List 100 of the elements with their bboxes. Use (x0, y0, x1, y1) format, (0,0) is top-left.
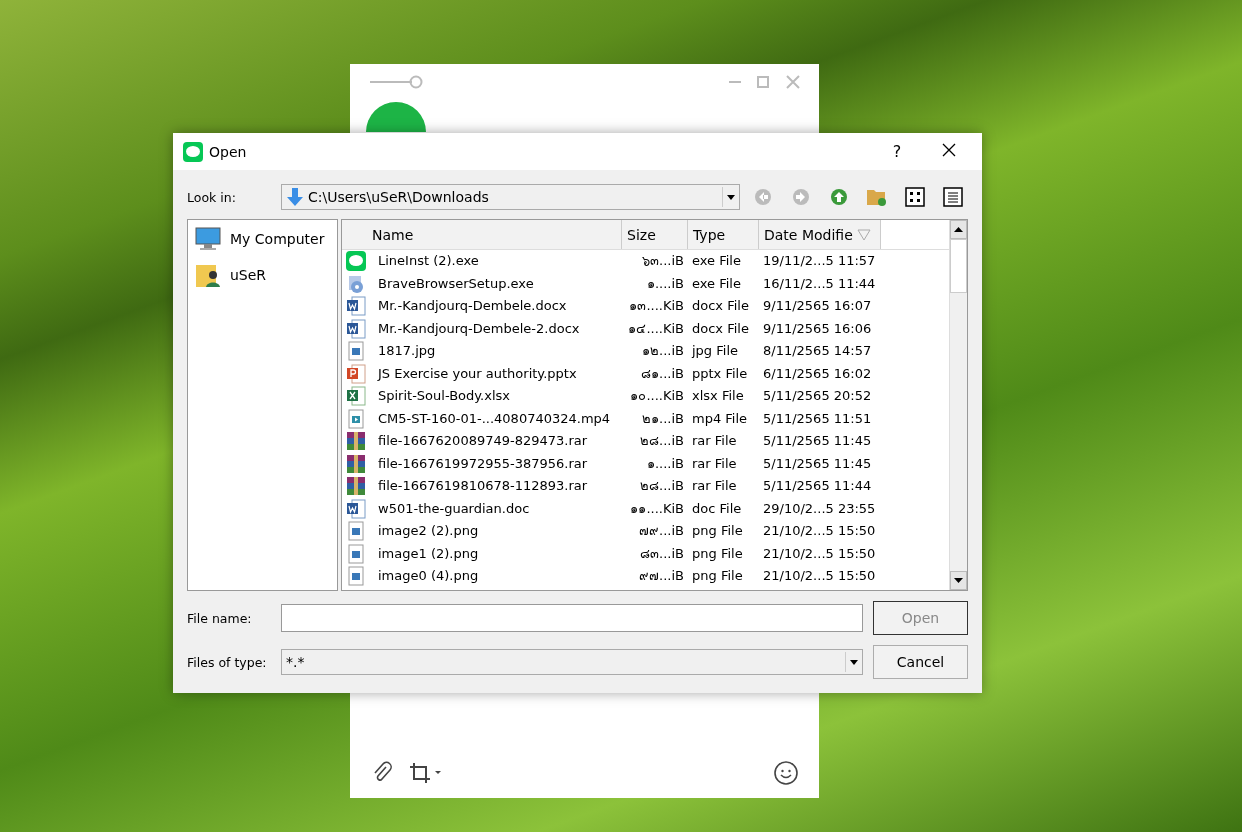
file-type: png File (692, 567, 743, 586)
image-file-icon (346, 341, 366, 362)
file-size: ๑๓....KiB (629, 297, 684, 316)
file-type: jpg File (692, 342, 738, 361)
file-row[interactable]: CM5-ST-160-01-...4080740324.mp4 ๒๑...iB mp4 File 5/11/2565 11:51 (342, 407, 949, 430)
place-item[interactable]: uSeR (192, 260, 333, 290)
file-row[interactable]: file-1667619810678-112893.rar ๒๘...iB rar File 5/11/2565 11:44 (342, 475, 949, 498)
file-type: rar File (692, 477, 737, 496)
file-name: Mr.-Kandjourq-Dembele.docx (378, 297, 567, 316)
details-view-icon (943, 187, 963, 207)
file-date: 21/10/2...5 15:50 (763, 567, 876, 586)
cancel-button[interactable]: Cancel (873, 645, 968, 679)
archive-icon (346, 453, 366, 474)
file-name: image0 (4).png (378, 567, 479, 586)
spreadsheet-icon (346, 386, 366, 407)
look-in-dropdown[interactable]: C:\Users\uSeR\Downloads (281, 184, 740, 210)
file-row[interactable]: Spirit-Soul-Body.xlsx ๑๐....KiB xlsx File 5/11/2565 20:52 (342, 385, 949, 408)
file-size: ๒๑...iB (642, 409, 684, 428)
document-icon (346, 318, 366, 339)
file-date: 5/11/2565 11:44 (763, 477, 872, 496)
file-row[interactable]: image0 (4).png ๙๗...iB png File 21/10/2...5 15:50 (342, 565, 949, 588)
file-date: 29/10/2...5 23:55 (763, 499, 876, 518)
file-type: exe File (692, 274, 741, 293)
emoji-icon (773, 760, 799, 786)
grid-view-icon (905, 187, 925, 207)
file-row[interactable]: LineInst (2).exe ๖๓...iB exe File 19/11/2...5 11:57 (342, 250, 949, 273)
chat-bubble-icon (183, 141, 203, 162)
file-date: 8/11/2565 14:57 (763, 342, 872, 361)
place-item[interactable]: My Computer (192, 224, 333, 254)
file-name: 1817.jpg (378, 342, 436, 361)
file-size: ๑๑....KiB (630, 499, 684, 518)
archive-icon (346, 431, 366, 452)
scrollbar[interactable] (949, 220, 967, 590)
minimize-icon (729, 81, 741, 83)
file-size: ๒๘...iB (640, 432, 684, 451)
file-row[interactable]: file-1667619972955-387956.rar ๑....iB rar File 5/11/2565 11:45 (342, 452, 949, 475)
new-folder-icon (866, 187, 888, 207)
file-size: ๗๙...iB (639, 522, 684, 541)
image-file-icon (346, 566, 366, 587)
archive-icon (346, 476, 366, 497)
file-name: file-1667619972955-387956.rar (378, 454, 588, 473)
file-date: 5/11/2565 11:51 (763, 409, 872, 428)
file-size: ๑....iB (646, 274, 684, 293)
video-file-icon (346, 408, 366, 429)
sort-triangle-icon (856, 228, 871, 241)
file-date: 21/10/2...5 15:50 (763, 522, 876, 541)
crop-icon (408, 761, 444, 785)
help-button[interactable]: ? (874, 136, 920, 167)
dropdown-caret-icon (850, 659, 858, 665)
computer-icon (194, 226, 224, 252)
column-header[interactable]: Size (622, 220, 688, 249)
column-header[interactable]: Date Modifie (759, 220, 881, 249)
scroll-thumb[interactable] (950, 239, 967, 293)
chat-bubble-icon (346, 251, 366, 272)
column-header[interactable]: Name (342, 220, 622, 249)
file-type: rar File (692, 454, 737, 473)
file-row[interactable]: image2 (2).png ๗๙...iB png File 21/10/2...5 15:50 (342, 520, 949, 543)
file-date: 16/11/2...5 11:44 (763, 274, 876, 293)
file-date: 21/10/2...5 15:50 (763, 544, 876, 563)
file-name-field[interactable] (281, 604, 863, 632)
file-date: 19/11/2...5 11:57 (763, 252, 876, 271)
file-type: rar File (692, 432, 737, 451)
file-row[interactable]: file-1667620089749-829473.rar ๒๘...iB rar File 5/11/2565 11:45 (342, 430, 949, 453)
file-row[interactable]: BraveBrowserSetup.exe ๑....iB exe File 16/11/2...5 11:44 (342, 272, 949, 295)
file-date: 6/11/2565 16:02 (763, 364, 872, 383)
file-row[interactable]: 1817.jpg ๑๒...iB jpg File 8/11/2565 14:57 (342, 340, 949, 363)
file-date: 5/11/2565 11:45 (763, 432, 872, 451)
file-date: 5/11/2565 11:45 (763, 454, 872, 473)
file-type: pptx File (692, 364, 748, 383)
dialog-title: Open (209, 143, 248, 160)
file-row[interactable]: JS Exercise your authority.pptx ๘๑...iB pptx File 6/11/2565 16:02 (342, 362, 949, 385)
file-row[interactable]: w501-the-guardian.doc ๑๑....KiB doc File 29/10/2...5 23:55 (342, 497, 949, 520)
image-file-icon (346, 543, 366, 564)
file-row[interactable]: Mr.-Kandjourq-Dembele-2.docx ๑๔....KiB docx File 9/11/2565 16:06 (342, 317, 949, 340)
pin-slider-icon (368, 74, 424, 90)
file-name: Spirit-Soul-Body.xlsx (378, 387, 510, 406)
file-name: file-1667619810678-112893.rar (378, 477, 588, 496)
file-name: LineInst (2).exe (378, 252, 479, 271)
installer-icon (346, 273, 366, 294)
file-type-dropdown[interactable]: *.* (281, 649, 863, 675)
file-size: ๒๘...iB (640, 477, 684, 496)
file-row[interactable]: Mr.-Kandjourq-Dembele.docx ๑๓....KiB docx File 9/11/2565 16:07 (342, 295, 949, 318)
file-type-label: Files of type: (187, 654, 268, 670)
file-size: ๙๗...iB (639, 567, 684, 586)
column-header[interactable]: Type (688, 220, 759, 249)
file-row[interactable]: image1 (2).png ๘๓...iB png File 21/10/2...5 15:50 (342, 542, 949, 565)
scroll-up-icon (954, 227, 963, 232)
maximize-icon (755, 74, 771, 90)
file-type: mp4 File (692, 409, 748, 428)
file-type: png File (692, 544, 743, 563)
file-size: ๘๓...iB (640, 544, 684, 563)
file-name: image1 (2).png (378, 544, 479, 563)
download-arrow-icon (286, 187, 304, 207)
document-icon (346, 498, 366, 519)
file-type: doc File (692, 499, 742, 518)
file-date: 9/11/2565 16:07 (763, 297, 872, 316)
look-in-label: Look in: (187, 189, 237, 205)
file-type: png File (692, 522, 743, 541)
file-name: image2 (2).png (378, 522, 479, 541)
file-date: 9/11/2565 16:06 (763, 319, 872, 338)
